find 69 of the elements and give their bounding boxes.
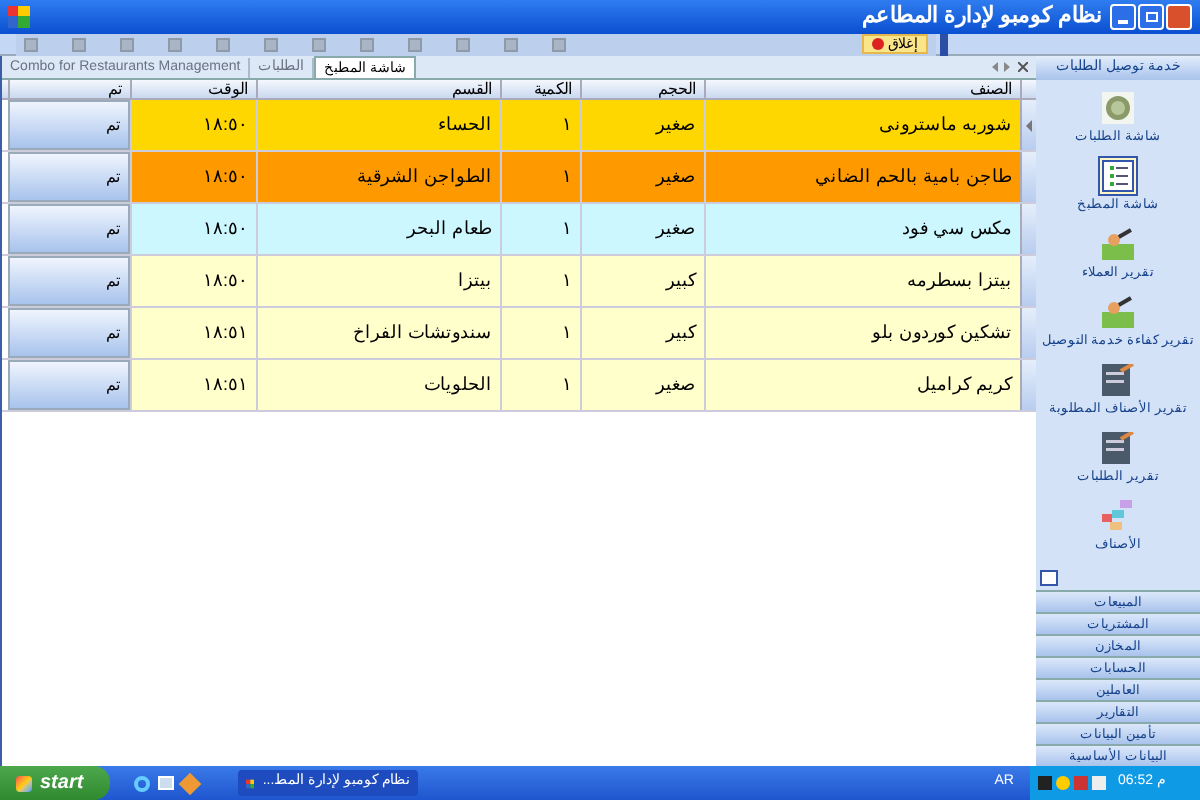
- table-cell: ١: [500, 308, 580, 358]
- table-cell: ١٨:٥١: [130, 308, 256, 358]
- close-button[interactable]: [1166, 4, 1192, 30]
- table-cell: طعام البحر: [256, 204, 500, 254]
- table-cell: كبير: [580, 256, 704, 306]
- exit-icon: [872, 38, 884, 50]
- column-header[interactable]: الكمية: [500, 80, 580, 98]
- table-cell: سندوتشات الفراخ: [256, 308, 500, 358]
- scroll-arrows-icon[interactable]: [992, 62, 1010, 72]
- column-header[interactable]: الوقت: [130, 80, 256, 98]
- table-cell: مكس سي فود: [704, 204, 1020, 254]
- window-title: نظام كومبو لإدارة المطاعم: [861, 2, 1102, 33]
- table-cell: ١: [500, 152, 580, 202]
- table-cell: كريم كراميل: [704, 360, 1020, 410]
- close-icon[interactable]: [1018, 62, 1028, 72]
- row-header[interactable]: [1020, 308, 1036, 358]
- table-cell: صغير: [580, 152, 704, 202]
- table-cell: الحساء: [256, 100, 500, 150]
- table-cell: ١٨:٥٠: [130, 256, 256, 306]
- done-button[interactable]: تم: [8, 204, 130, 254]
- row-header[interactable]: [1020, 204, 1036, 254]
- table-cell: ١: [500, 204, 580, 254]
- app-icon: [8, 6, 30, 28]
- checklist-icon: [1098, 156, 1138, 196]
- table-cell: الحلويات: [256, 360, 500, 410]
- table-cell: شوربه ماسترونى: [704, 100, 1020, 150]
- table-cell: تشكين كوردون بلو: [704, 308, 1020, 358]
- blocks-icon: [1098, 496, 1138, 536]
- desktop-icon[interactable]: [158, 775, 174, 789]
- table-cell: صغير: [580, 204, 704, 254]
- row-header[interactable]: [1020, 100, 1036, 150]
- table-cell: بيتزا: [256, 256, 500, 306]
- column-header[interactable]: الصنف: [704, 80, 1020, 98]
- table-cell: ١: [500, 100, 580, 150]
- table-cell: بيتزا بسطرمه: [704, 256, 1020, 306]
- row-header[interactable]: [1020, 256, 1036, 306]
- column-header[interactable]: القسم: [256, 80, 500, 98]
- app-icon: [246, 775, 255, 791]
- column-header[interactable]: الحجم: [580, 80, 704, 98]
- row-header[interactable]: [1020, 152, 1036, 202]
- tray-icons-drawing: [1038, 776, 1106, 790]
- table-cell: ١٨:٥٠: [130, 204, 256, 254]
- table-cell: صغير: [580, 100, 704, 150]
- done-button[interactable]: تم: [8, 256, 130, 306]
- row-header[interactable]: [1020, 360, 1036, 410]
- table-cell: ١٨:٥٠: [130, 100, 256, 150]
- table-cell: ١: [500, 256, 580, 306]
- table-cell: ١٨:٥١: [130, 360, 256, 410]
- scroll-down-button[interactable]: [1040, 570, 1058, 586]
- done-button[interactable]: تم: [8, 100, 130, 150]
- media-icon[interactable]: [178, 771, 202, 795]
- maximize-button[interactable]: [1138, 4, 1164, 30]
- done-button[interactable]: تم: [8, 360, 130, 410]
- minimize-button[interactable]: [1110, 4, 1136, 30]
- document-icon: [1098, 428, 1138, 468]
- column-header[interactable]: تم: [8, 80, 130, 98]
- start-button[interactable]: start: [0, 766, 110, 800]
- table-cell: الطواجن الشرقية: [256, 152, 500, 202]
- browser-icon[interactable]: [134, 775, 150, 791]
- table-cell: ١: [500, 360, 580, 410]
- done-button[interactable]: تم: [8, 308, 130, 358]
- table-cell: كبير: [580, 308, 704, 358]
- plate-icon: [1098, 88, 1138, 128]
- table-cell: طاجن بامية بالحم الضاني: [704, 152, 1020, 202]
- table-cell: صغير: [580, 360, 704, 410]
- done-button[interactable]: تم: [8, 152, 130, 202]
- document-icon: [1098, 360, 1138, 400]
- table-cell: ١٨:٥٠: [130, 152, 256, 202]
- windows-logo-icon: [16, 775, 32, 791]
